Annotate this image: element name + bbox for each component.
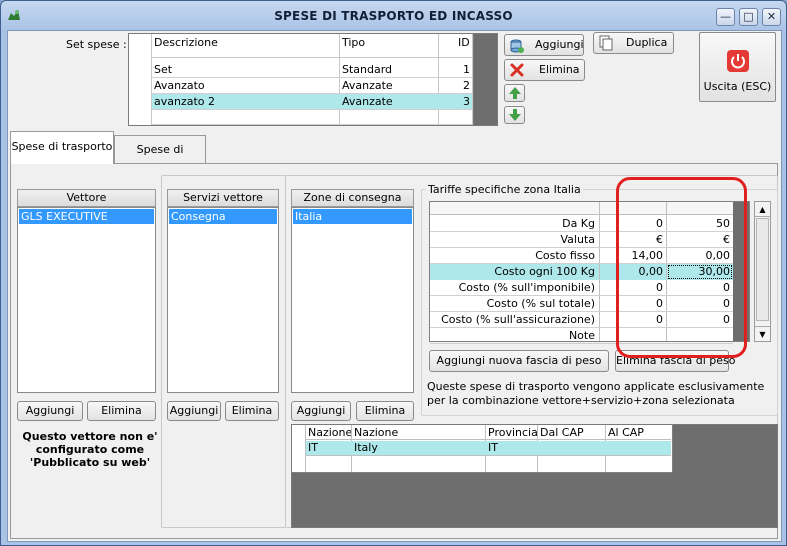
- zone-header: Zone di consegna: [291, 189, 414, 207]
- scroll-down-icon[interactable]: ▼: [755, 326, 770, 341]
- arrow-down-icon: [508, 109, 521, 121]
- col-header-al-cap: Al CAP: [608, 426, 644, 439]
- copy-icon: [599, 35, 613, 51]
- row-selector-column: [129, 34, 152, 125]
- cell-tipo: Standard: [342, 63, 393, 76]
- tariffe-row-label: Note: [568, 329, 595, 342]
- cell-id: 3: [463, 95, 470, 108]
- title-bar[interactable]: SPESE DI TRASPORTO ED INCASSO — □ ✕: [1, 1, 786, 31]
- cell-nazione: Italy: [354, 441, 378, 454]
- tariffe-row-label: Da Kg: [562, 217, 595, 230]
- add-db-icon: [510, 39, 524, 53]
- col-header-nazione-code: Nazione: [308, 426, 353, 439]
- col-header-id: ID: [458, 36, 470, 49]
- maximize-button[interactable]: □: [739, 8, 758, 26]
- close-icon: ✕: [766, 10, 777, 23]
- app-window: SPESE DI TRASPORTO ED INCASSO — □ ✕ Set …: [0, 0, 787, 546]
- list-item[interactable]: Consegna espressa: [169, 209, 277, 238]
- servizi-elimina-button[interactable]: Elimina: [225, 401, 279, 421]
- servizi-aggiungi-button[interactable]: Aggiungi: [167, 401, 221, 421]
- tariffe-title: Tariffe specifiche zona Italia: [426, 183, 583, 196]
- set-spese-grid[interactable]: Descrizione Tipo ID Set Standard 1 Avanz…: [128, 33, 473, 126]
- arrow-up-icon: [508, 87, 521, 99]
- maximize-icon: □: [743, 10, 754, 23]
- cell-nazione-code: IT: [308, 441, 318, 454]
- aggiungi-set-button[interactable]: Aggiungi: [504, 34, 584, 56]
- uscita-button[interactable]: Uscita (ESC): [699, 32, 776, 102]
- duplica-set-label: Duplica: [626, 36, 668, 49]
- cell-descrizione: Avanzato: [154, 79, 205, 92]
- servizi-header: Servizi vettore: [167, 189, 279, 207]
- cell-descrizione: avanzato 2: [154, 95, 216, 108]
- set-spese-label: Set spese :: [66, 38, 127, 51]
- table-row-selected[interactable]: avanzato 2 Avanzate 3: [152, 94, 472, 110]
- tariffe-scrollbar[interactable]: ▲ ▼: [754, 201, 771, 342]
- tab-label: Spese di trasporto: [11, 140, 113, 153]
- nazioni-header: Nazione Nazione Provincia Dal CAP Al CAP: [306, 425, 671, 440]
- table-row[interactable]: Set Standard 1: [152, 62, 472, 78]
- elimina-set-label: Elimina: [539, 63, 580, 76]
- table-row[interactable]: Avanzato Avanzate 2: [152, 78, 472, 94]
- move-down-button[interactable]: [504, 106, 525, 124]
- table-row-empty[interactable]: [152, 110, 472, 125]
- delete-x-icon: [510, 63, 524, 77]
- minimize-icon: —: [720, 10, 731, 23]
- table-row[interactable]: IT Italy IT: [306, 441, 671, 456]
- col-header-tipo: Tipo: [342, 36, 366, 49]
- tab-page-trasporto: Vettore GLS EXECUTIVE Aggiungi Elimina Q…: [10, 163, 778, 539]
- tariffe-row-label: Costo (% sul totale): [486, 297, 595, 310]
- close-button[interactable]: ✕: [762, 8, 781, 26]
- col-header-nazione: Nazione: [354, 426, 399, 439]
- tariffe-row-label: Costo (% sull'imponibile): [458, 281, 595, 294]
- tab-spese-incasso[interactable]: Spese di incasso: [114, 135, 206, 184]
- move-up-button[interactable]: [504, 84, 525, 102]
- scroll-thumb[interactable]: [756, 218, 769, 321]
- duplica-set-button[interactable]: Duplica: [593, 32, 674, 54]
- servizi-list[interactable]: Consegna espressa: [167, 207, 279, 393]
- cell-tipo: Avanzate: [342, 95, 393, 108]
- cell-descrizione: Set: [154, 63, 173, 76]
- cell-provincia: IT: [488, 441, 498, 454]
- tariffe-row-label: Valuta: [560, 233, 596, 246]
- col-header-descrizione: Descrizione: [154, 36, 218, 49]
- aggiungi-fascia-button[interactable]: Aggiungi nuova fascia di peso: [429, 350, 609, 372]
- col-header-provincia: Provincia: [488, 426, 538, 439]
- nazioni-grid[interactable]: Nazione Nazione Provincia Dal CAP Al CAP…: [292, 425, 673, 473]
- window-title: SPESE DI TRASPORTO ED INCASSO: [274, 9, 513, 23]
- grid-scroll-area: [473, 33, 498, 126]
- grid-header: Descrizione Tipo ID: [152, 34, 472, 58]
- elimina-set-button[interactable]: Elimina: [504, 59, 585, 81]
- vettore-warning: Questo vettore non e' configurato come '…: [22, 430, 158, 469]
- scroll-up-icon[interactable]: ▲: [755, 202, 770, 217]
- zone-elimina-button[interactable]: Elimina: [356, 401, 414, 421]
- col-header-dal-cap: Dal CAP: [540, 426, 584, 439]
- tariffe-info: Queste spese di trasporto vengono applic…: [427, 380, 765, 407]
- cell-tipo: Avanzate: [342, 79, 393, 92]
- list-item[interactable]: Italia: [293, 209, 412, 224]
- highlight-annotation: [616, 177, 747, 358]
- cell-id: 1: [463, 63, 470, 76]
- zone-list[interactable]: Italia: [291, 207, 414, 393]
- aggiungi-set-label: Aggiungi: [535, 38, 584, 51]
- tariffe-row-label: Costo fisso: [535, 249, 595, 262]
- uscita-label: Uscita (ESC): [703, 80, 772, 93]
- tab-spese-trasporto[interactable]: Spese di trasporto: [10, 131, 114, 164]
- power-icon: [727, 50, 749, 72]
- window-client: Set spese : Descrizione Tipo ID Set Stan…: [7, 30, 782, 542]
- tariffe-row-label: Costo (% sull'assicurazione): [441, 313, 595, 326]
- minimize-button[interactable]: —: [716, 8, 735, 26]
- table-row-empty[interactable]: [306, 457, 671, 472]
- vettore-list[interactable]: GLS EXECUTIVE: [17, 207, 156, 393]
- cell-id: 2: [463, 79, 470, 92]
- vettore-header: Vettore: [17, 189, 156, 207]
- list-item[interactable]: GLS EXECUTIVE: [19, 209, 154, 224]
- vettore-elimina-button[interactable]: Elimina: [87, 401, 156, 421]
- zone-aggiungi-button[interactable]: Aggiungi: [291, 401, 351, 421]
- vettore-aggiungi-button[interactable]: Aggiungi: [17, 401, 83, 421]
- tariffe-row-label: Costo ogni 100 Kg: [430, 264, 599, 280]
